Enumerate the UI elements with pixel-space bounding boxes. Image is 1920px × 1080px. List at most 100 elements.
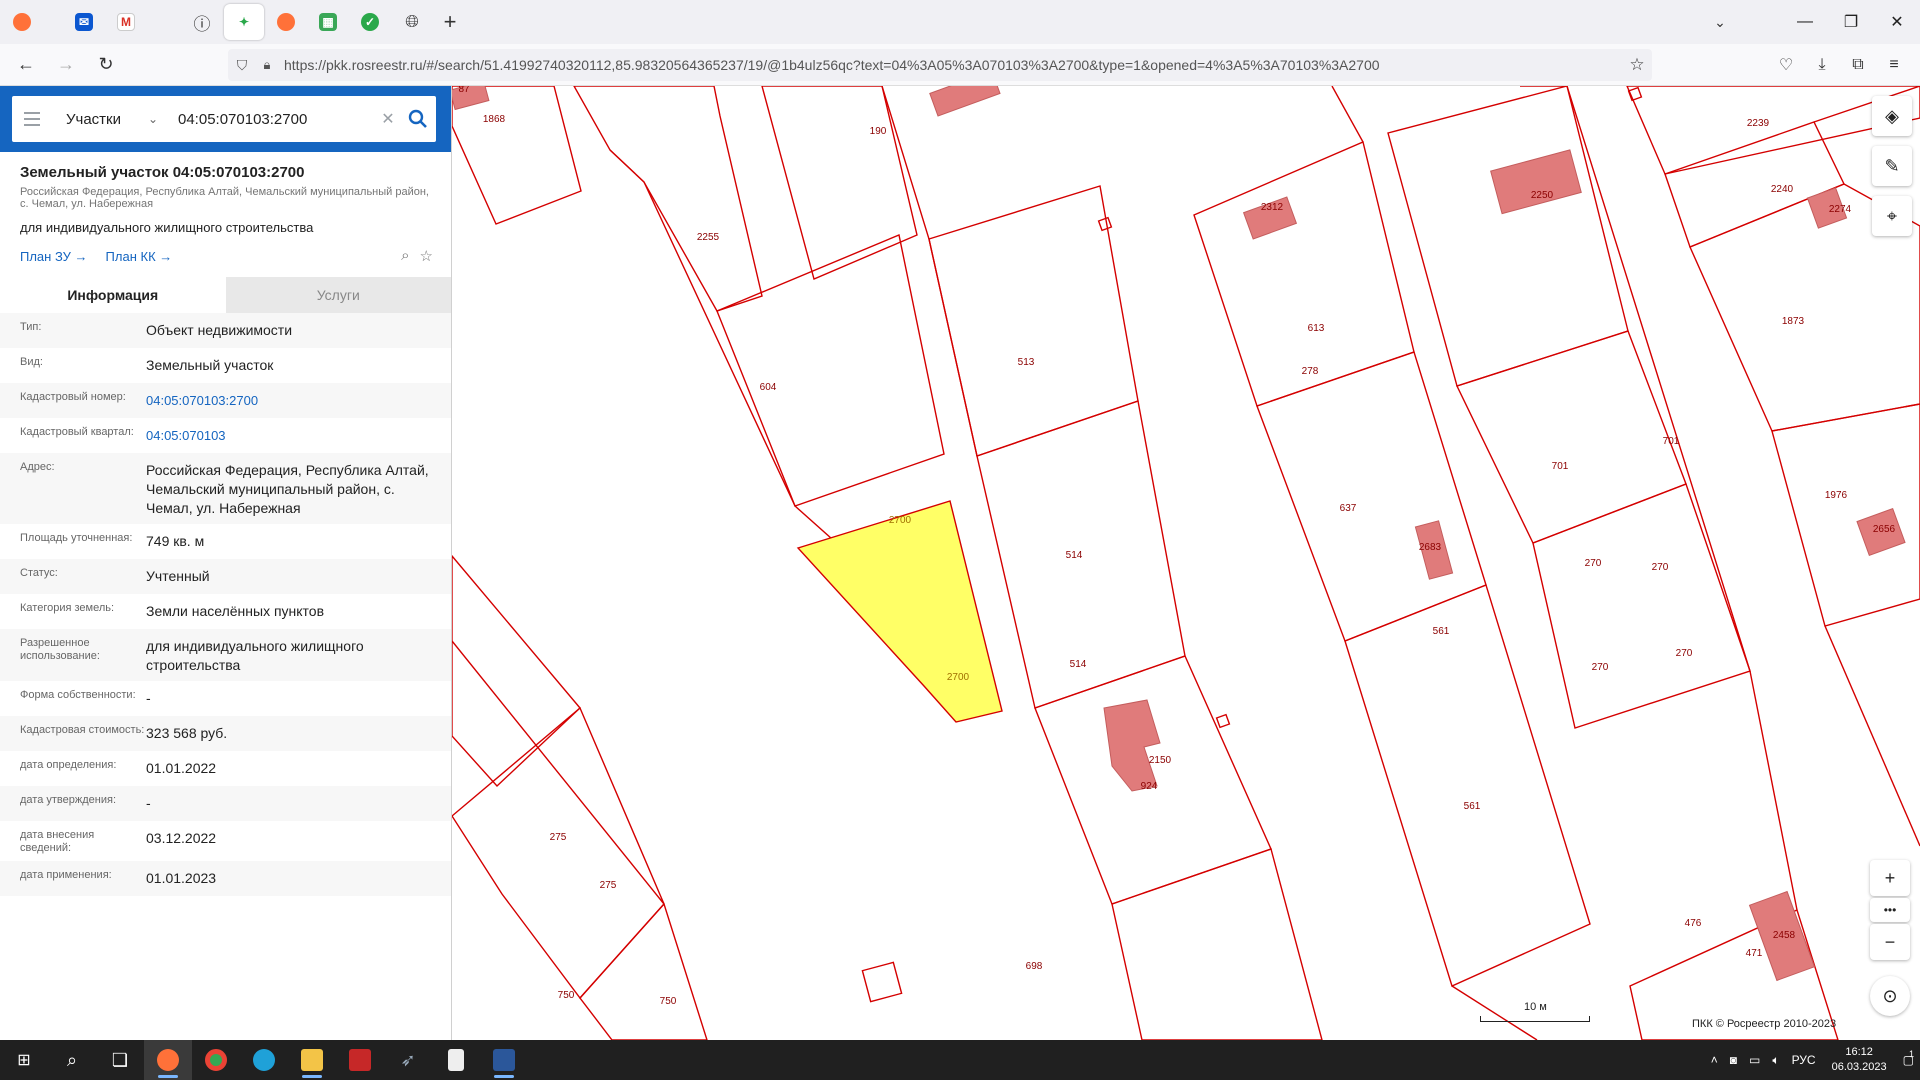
firefox-icon	[277, 13, 295, 31]
taskbar-firefox[interactable]	[144, 1040, 192, 1080]
info-label: Кадастровая стоимость:	[20, 724, 145, 736]
road-edge-3	[1331, 86, 1364, 143]
taskbar-edge[interactable]	[240, 1040, 288, 1080]
locate-button[interactable]: ⌖	[1872, 196, 1912, 236]
taskbar-pdf[interactable]	[336, 1040, 384, 1080]
menu-icon[interactable]: ≡	[1876, 48, 1912, 82]
info-row: Категория земель: Земли населённых пункто…	[0, 594, 451, 629]
layers-button[interactable]: ◈	[1872, 96, 1912, 136]
object-actions: ⌕ ☆	[401, 247, 433, 265]
back-button[interactable]: ←	[8, 47, 44, 83]
cadastral-map[interactable]: 87 1868 190 2255 604 2700 2700 513 514 514 2150 924…	[452, 86, 1920, 1040]
info-panel: Участки ⌄ 04:05:070103:2700 ✕ Земельный …	[0, 86, 452, 1040]
parcel-label: 924	[1141, 781, 1158, 792]
info-row: Площадь уточненная: 749 кв. м	[0, 524, 451, 559]
restore-button[interactable]: ❐	[1828, 0, 1874, 44]
object-use: для индивидуального жилищного строительс…	[20, 220, 314, 235]
tab-gmail[interactable]: M	[106, 4, 146, 40]
tab-mail[interactable]: ✉	[64, 4, 104, 40]
info-value-link[interactable]: 04:05:070103:2700	[146, 391, 451, 412]
clock[interactable]: 16:12 06.03.2023	[1832, 1045, 1887, 1075]
arrow-right-icon: →	[74, 248, 88, 264]
url-text[interactable]: https://pkk.rosreestr.ru/#/search/51.419…	[284, 57, 1622, 73]
chevron-down-icon[interactable]: ⌄	[148, 112, 168, 126]
small-structure-1	[1097, 216, 1113, 232]
network-icon[interactable]: ▭	[1749, 1053, 1760, 1067]
language-indicator[interactable]: РУС	[1792, 1053, 1816, 1067]
taskbar-chrome[interactable]	[192, 1040, 240, 1080]
parcel-label: 275	[550, 832, 567, 843]
tab-firefox-2[interactable]	[266, 4, 306, 40]
clear-icon[interactable]: ✕	[376, 109, 400, 129]
parcel-604	[716, 234, 945, 507]
globe-icon: 🌐︎	[405, 12, 419, 31]
folder-icon	[301, 1049, 323, 1071]
search-type-select[interactable]: Участки	[66, 111, 148, 128]
search-input[interactable]: 04:05:070103:2700	[178, 111, 376, 128]
tab-firefox[interactable]	[2, 4, 42, 40]
volume-icon[interactable]: 🔈︎	[1772, 1053, 1779, 1068]
parcel-750	[579, 902, 708, 1040]
parcel-275b	[452, 706, 665, 1000]
tray-chevron-icon[interactable]: ˄	[1711, 1053, 1718, 1067]
tab-rosreestr[interactable]: ✦	[224, 4, 264, 40]
compass-button[interactable]: ⊙	[1870, 976, 1910, 1016]
info-value: 03.12.2022	[146, 830, 217, 846]
small-structure-2	[1215, 713, 1231, 729]
selected-parcel-2700	[796, 500, 1003, 723]
find-on-map-icon[interactable]: ⌕	[401, 247, 409, 265]
info-label: дата внесения сведений:	[20, 829, 95, 854]
plan-zu-link[interactable]: План ЗУ →	[20, 249, 88, 264]
close-button[interactable]: ✕	[1874, 0, 1920, 44]
taskbar-notepad[interactable]	[432, 1040, 480, 1080]
shield-icon[interactable]: ⛉	[228, 57, 256, 74]
downloads-icon[interactable]: ⤓	[1804, 48, 1840, 82]
bookmark-star-icon[interactable]: ☆	[1622, 55, 1652, 75]
taskbar-word[interactable]	[480, 1040, 528, 1080]
parcel-label: 514	[1066, 550, 1083, 561]
map-canvas[interactable]: 87 1868 190 2255 604 2700 2700 513 514 514 2150 924…	[452, 86, 1920, 1040]
pocket-icon[interactable]: ♡	[1768, 48, 1804, 82]
favorite-star-icon[interactable]: ☆	[420, 247, 433, 265]
plan-kk-link[interactable]: План КК →	[106, 249, 173, 264]
measure-button[interactable]: ✎	[1872, 146, 1912, 186]
list-tabs-button[interactable]: ⌄	[1700, 0, 1740, 44]
tab-globe[interactable]: 🌐︎	[392, 4, 432, 40]
forward-button[interactable]: →	[48, 47, 84, 83]
road-edge-6	[1824, 625, 1920, 847]
search-taskbar-button[interactable]: ⌕	[48, 1040, 96, 1080]
address-bar[interactable]: ⛉ 🔒︎ https://pkk.rosreestr.ru/#/search/5…	[228, 49, 1652, 81]
minimize-button[interactable]: —	[1782, 0, 1828, 44]
toolbar-right: ♡ ⤓ ⧉ ≡	[1768, 48, 1912, 82]
buildings	[452, 86, 1906, 982]
camera-icon[interactable]: ◙	[1730, 1053, 1737, 1067]
extensions-icon[interactable]: ⧉	[1840, 48, 1876, 82]
info-row: дата определения: 01.01.2022	[0, 751, 451, 786]
parcel-label: 2312	[1261, 202, 1284, 213]
info-row: Адрес: Российская Федерация, Республика А…	[0, 453, 451, 524]
info-row: Тип: Объект недвижимости	[0, 313, 451, 348]
taskbar-app[interactable]: ➶	[384, 1040, 432, 1080]
info-value-link[interactable]: 04:05:070103	[146, 426, 451, 447]
menu-burger-icon[interactable]	[16, 96, 48, 142]
taskbar-explorer[interactable]	[288, 1040, 336, 1080]
tab-map[interactable]: ▦	[308, 4, 348, 40]
reload-button[interactable]: ↻	[88, 47, 124, 83]
tab-services[interactable]: Услуги	[225, 277, 451, 313]
tab-information[interactable]: Информация	[0, 277, 226, 313]
tab-info[interactable]: ⓘ	[182, 4, 222, 40]
zoom-out-button[interactable]: −	[1870, 924, 1910, 960]
zoom-in-button[interactable]: +	[1870, 860, 1910, 896]
start-button[interactable]: ⊞	[0, 1040, 48, 1080]
info-label: Кадастровый квартал:	[20, 426, 134, 438]
parcel-label: 190	[870, 126, 887, 137]
task-view-button[interactable]: ❏	[96, 1040, 144, 1080]
search-button[interactable]	[400, 96, 436, 142]
zoom-more-button[interactable]: •••	[1870, 898, 1910, 922]
tab-check[interactable]: ✓	[350, 4, 390, 40]
new-tab-button[interactable]: +	[432, 4, 468, 40]
lock-icon[interactable]: 🔒︎	[256, 57, 278, 73]
parcel-label: 476	[1685, 918, 1702, 929]
notifications-icon[interactable]: ▢ 1	[1903, 1049, 1914, 1067]
parcel-label: 701	[1552, 461, 1569, 472]
